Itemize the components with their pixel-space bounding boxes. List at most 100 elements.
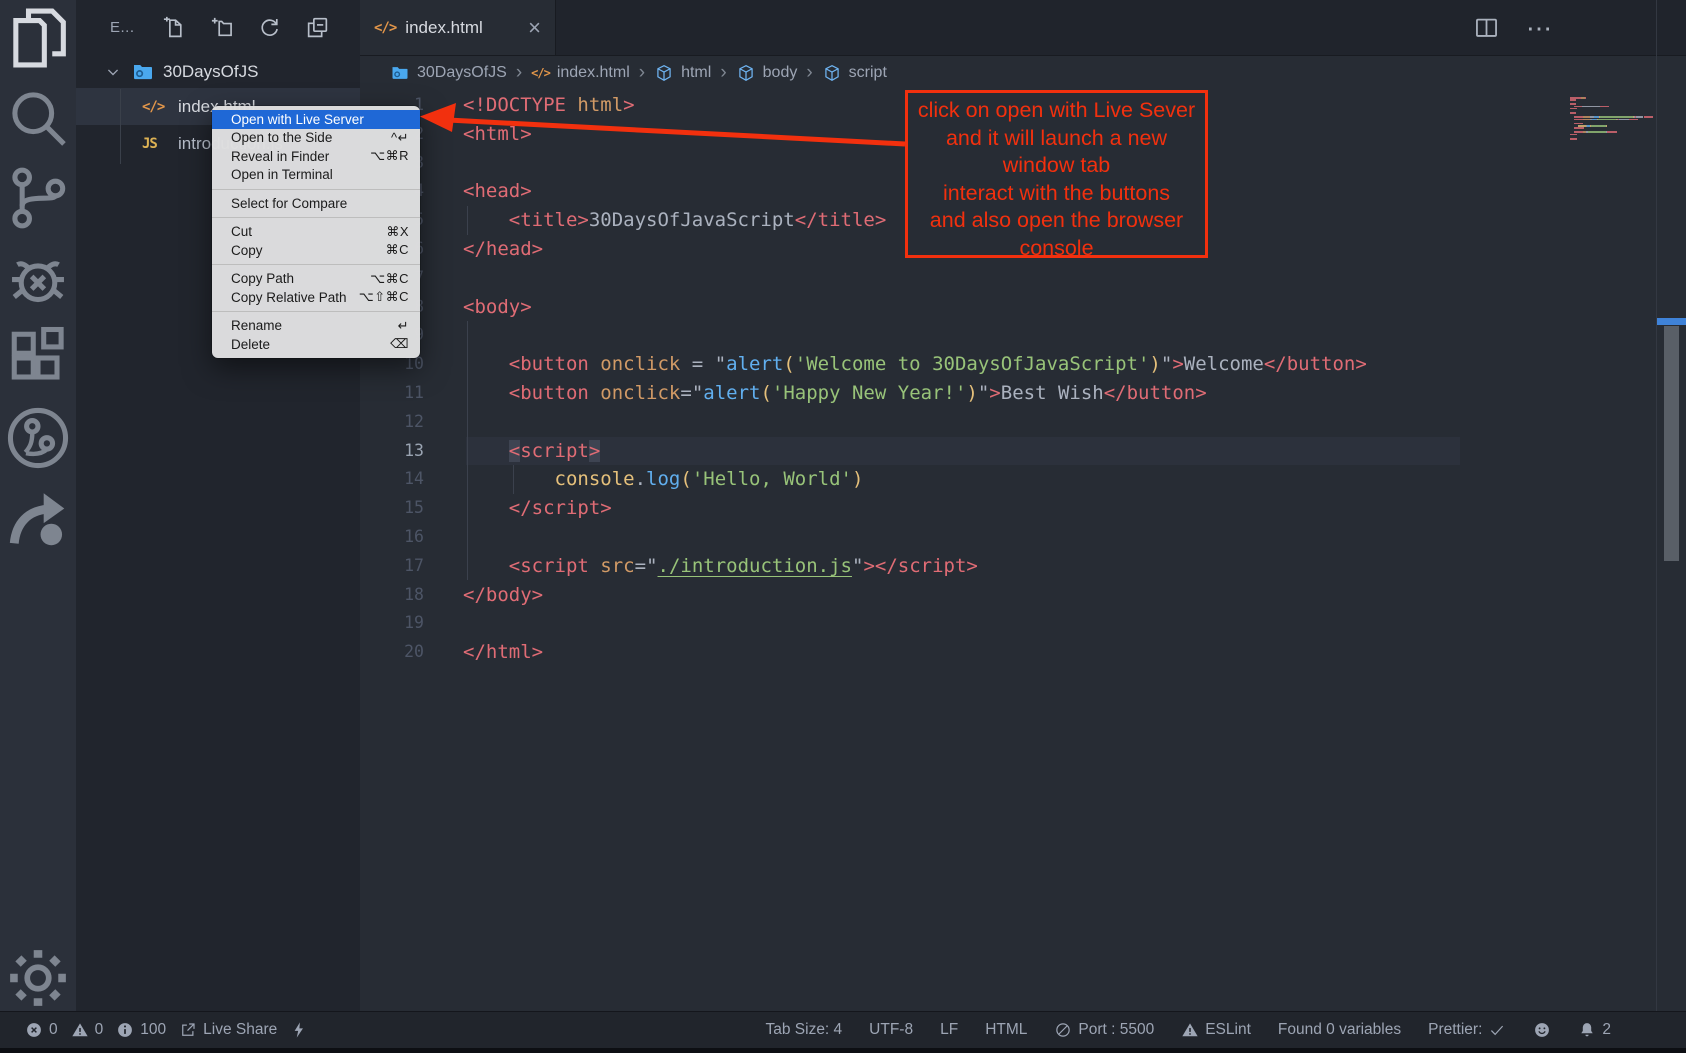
breadcrumb-separator: › xyxy=(639,65,645,81)
menu-item-copy[interactable]: Copy⌘C xyxy=(212,241,420,260)
code-line[interactable]: 8<body> xyxy=(360,293,1686,322)
menu-item-copy-path[interactable]: Copy Path ⌥⌘C xyxy=(212,270,420,289)
code-token: = xyxy=(680,382,691,404)
split-editor-icon[interactable] xyxy=(1473,14,1500,41)
code-line[interactable]: 11 <button onclick="alert('Happy New Yea… xyxy=(360,379,1686,408)
breadcrumb-item-script[interactable]: script xyxy=(822,63,887,83)
line-content: </script> xyxy=(424,494,612,523)
code-line[interactable]: 16 xyxy=(360,523,1686,552)
activity-explorer[interactable] xyxy=(0,0,76,80)
menu-item-rename[interactable]: Rename↵ xyxy=(212,317,420,336)
warning-icon xyxy=(1181,1021,1199,1039)
minimap[interactable] xyxy=(1570,97,1656,143)
status-language[interactable]: HTML xyxy=(985,1021,1027,1039)
status-label: Port : 5500 xyxy=(1078,1021,1154,1039)
new-folder-button[interactable] xyxy=(209,15,234,40)
scrollbar-thumb[interactable] xyxy=(1664,326,1679,561)
status-eslint[interactable]: ESLint xyxy=(1181,1021,1251,1039)
status-eol[interactable]: LF xyxy=(940,1021,958,1039)
new-file-button[interactable] xyxy=(161,15,186,40)
code-line[interactable]: 17 <script src="./introduction.js"></scr… xyxy=(360,552,1686,581)
code-token: " xyxy=(1161,353,1172,375)
vscode-window: E... 30DaysOfJS </>index.htmlJSintroduct… xyxy=(0,0,1686,1053)
more-actions-icon[interactable]: ⋯ xyxy=(1526,18,1554,38)
tree-item-root-folder[interactable]: 30DaysOfJS xyxy=(76,56,360,88)
menu-item-reveal-in-finder[interactable]: Reveal in Finder⌥⌘R xyxy=(212,147,420,166)
menu-item-open-with-live-server[interactable]: Open with Live Server xyxy=(212,110,420,129)
code-token: <!DOCTYPE xyxy=(463,94,577,116)
menu-item-shortcut: ⌘C xyxy=(386,242,409,258)
code-line[interactable]: 13 <script> xyxy=(360,437,1686,466)
code-line[interactable]: 14 console.log('Hello, World') xyxy=(360,465,1686,494)
status-tab-size[interactable]: Tab Size: 4 xyxy=(765,1021,842,1039)
refresh-explorer-button[interactable] xyxy=(257,15,282,40)
code-line[interactable]: 18</body> xyxy=(360,581,1686,610)
code-line[interactable]: 7 xyxy=(360,264,1686,293)
status-quick-action[interactable] xyxy=(290,1021,308,1039)
activity-settings[interactable] xyxy=(0,940,76,1020)
status-prettier[interactable]: Prettier: xyxy=(1428,1021,1506,1039)
line-content xyxy=(424,321,463,350)
status-feedback[interactable] xyxy=(1533,1021,1551,1039)
breadcrumb: 30DaysOfJS›</>index.html›html›body›scrip… xyxy=(360,55,1686,91)
menu-item-open-in-terminal[interactable]: Open in Terminal xyxy=(212,166,420,185)
status-label: Tab Size: 4 xyxy=(765,1021,842,1039)
live-share-status-icon xyxy=(179,1021,197,1039)
code-line[interactable]: 12 xyxy=(360,408,1686,437)
collapse-folders-button[interactable] xyxy=(305,15,330,40)
status-port[interactable]: Port : 5500 xyxy=(1054,1021,1154,1039)
activity-extensions[interactable] xyxy=(0,320,76,400)
code-token: " xyxy=(852,555,863,577)
code-line[interactable]: 9 xyxy=(360,321,1686,350)
menu-item-cut[interactable]: Cut⌘X xyxy=(212,223,420,242)
code-line[interactable]: 10 <button onclick = "alert('Welcome to … xyxy=(360,350,1686,379)
line-content: <title>30DaysOfJavaScript</title> xyxy=(424,206,886,235)
menu-item-select-for-compare[interactable]: Select for Compare xyxy=(212,194,420,213)
close-icon[interactable]: × xyxy=(528,17,541,39)
code-token: </head> xyxy=(463,238,543,260)
tab-index-html[interactable]: </> index.html × xyxy=(360,0,556,55)
menu-item-label: Copy Path xyxy=(231,271,294,286)
indent-guide xyxy=(513,465,514,494)
menu-item-open-to-the-side[interactable]: Open to the Side^↵ xyxy=(212,129,420,148)
code-token: alert xyxy=(726,353,783,375)
code-token: 'Hello, World' xyxy=(692,468,852,490)
code-token: <title> xyxy=(509,209,589,231)
code-token: ( xyxy=(680,468,691,490)
status-notifications[interactable]: 2 xyxy=(1578,1021,1611,1039)
status-live-share[interactable]: Live Share xyxy=(179,1021,277,1039)
line-content: <head> xyxy=(424,177,532,206)
minimap-line xyxy=(1570,138,1656,140)
line-content: </html> xyxy=(424,638,543,667)
menu-item-copy-relative-path[interactable]: Copy Relative Path⌥⇧⌘C xyxy=(212,288,420,307)
breadcrumb-item-index-html[interactable]: </>index.html xyxy=(531,64,630,82)
activity-source-control[interactable] xyxy=(0,160,76,240)
code-line[interactable]: 15 </script> xyxy=(360,494,1686,523)
status-info[interactable]: 100 xyxy=(116,1021,166,1039)
status-variables[interactable]: Found 0 variables xyxy=(1278,1021,1401,1039)
menu-item-shortcut: ↵ xyxy=(398,318,409,334)
menu-item-shortcut: ⌥⌘C xyxy=(370,271,409,287)
code-token: log xyxy=(646,468,680,490)
activity-share[interactable] xyxy=(0,480,76,560)
line-content: <script> xyxy=(424,437,600,466)
code-token: " xyxy=(692,382,703,404)
line-content: <html> xyxy=(424,120,532,149)
activity-run-debug[interactable] xyxy=(0,240,76,320)
code-token: > xyxy=(1172,353,1183,375)
activity-search[interactable] xyxy=(0,80,76,160)
code-line[interactable]: 19 xyxy=(360,609,1686,638)
status-errors[interactable]: 0 xyxy=(25,1021,58,1039)
activity-live-share[interactable] xyxy=(0,400,76,480)
breadcrumb-item-body[interactable]: body xyxy=(736,63,798,83)
annotation-line: click on open with Live Sever xyxy=(908,97,1205,125)
breadcrumb-item-30daysofjs[interactable]: 30DaysOfJS xyxy=(390,63,507,83)
breadcrumb-item-html[interactable]: html xyxy=(654,63,711,83)
status-label: 2 xyxy=(1602,1021,1611,1039)
code-token: = xyxy=(680,353,714,375)
menu-item-delete[interactable]: Delete⌫ xyxy=(212,335,420,354)
status-encoding[interactable]: UTF-8 xyxy=(869,1021,913,1039)
search-icon xyxy=(0,80,76,161)
status-warnings[interactable]: 0 xyxy=(71,1021,104,1039)
code-line[interactable]: 20</html> xyxy=(360,638,1686,667)
